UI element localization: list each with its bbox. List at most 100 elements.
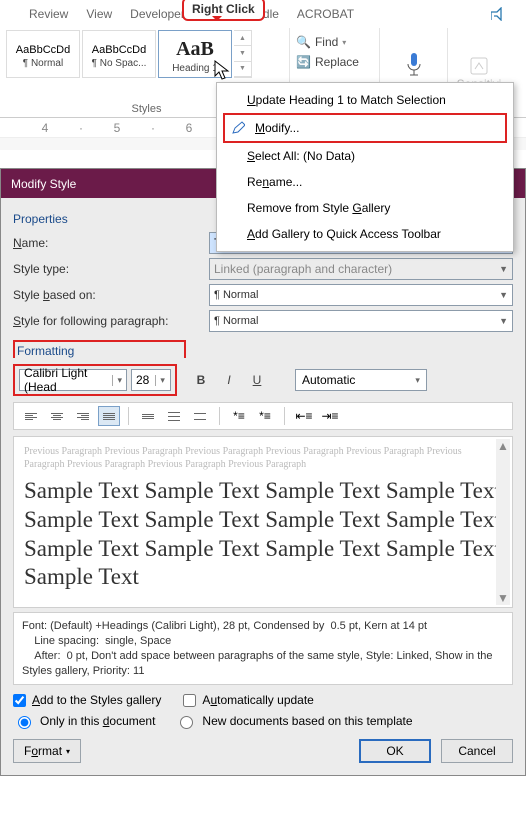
search-icon: 🔍 (296, 35, 311, 49)
ruler-tick: 5 (102, 121, 132, 135)
font-color-value: Automatic (302, 373, 355, 387)
menu-label: Remove from Style Gallery (247, 201, 390, 215)
right-click-callout: Right Click (182, 0, 265, 21)
indent-dec-button[interactable]: ⇤≡ (293, 406, 315, 426)
replace-label: Replace (315, 55, 359, 69)
chevron-down-icon: ▾ (112, 375, 122, 386)
preview-sample: Sample Text Sample Text Sample Text Samp… (24, 477, 502, 592)
dialog-title: Modify Style (11, 177, 76, 191)
add-gallery-checkbox[interactable] (13, 694, 26, 707)
font-color-select[interactable]: Automatic ▾ (295, 369, 427, 391)
spacing-1-button[interactable] (137, 406, 159, 426)
menu-select-all[interactable]: Select All: (No Data) (217, 143, 513, 169)
bold-button[interactable]: B (191, 370, 211, 390)
chevron-down-icon: ▾ (415, 375, 420, 386)
name-label: Name: (13, 236, 209, 250)
following-value: ¶ Normal (214, 315, 258, 327)
ruler-tick: 6 (174, 121, 204, 135)
spacing-2-button[interactable] (189, 406, 211, 426)
align-right-button[interactable] (72, 406, 94, 426)
menu-remove-gallery[interactable]: Remove from Style Gallery (217, 195, 513, 221)
mouse-cursor-icon (214, 60, 232, 82)
menu-rename[interactable]: Rename... (217, 169, 513, 195)
align-center-button[interactable] (46, 406, 68, 426)
tab-acrobat[interactable]: ACROBAT (288, 7, 363, 21)
style-label: Heading 1 (172, 63, 218, 74)
style-normal[interactable]: AaBbCcDd ¶ Normal (6, 30, 80, 78)
preview-pane: Previous Paragraph Previous Paragraph Pr… (13, 436, 513, 608)
chevron-down-icon: ▼ (499, 316, 508, 326)
following-select[interactable]: ¶ Normal ▼ (209, 310, 513, 332)
mic-icon[interactable] (404, 52, 424, 78)
chevron-down-icon: ▼ (499, 290, 508, 300)
scroll-down-icon[interactable]: ▼ (497, 591, 509, 605)
font-family-select[interactable]: Calibri Light (Head ▾ (19, 369, 127, 391)
replace-icon: 🔄 (296, 55, 311, 69)
chevron-down-icon[interactable]: ▼ (234, 46, 251, 61)
cancel-button[interactable]: Cancel (441, 739, 513, 763)
underline-button[interactable]: U (247, 370, 267, 390)
menu-label: Rename... (247, 175, 302, 189)
preview-prev-para: Previous Paragraph Previous Paragraph Pr… (24, 445, 502, 471)
ok-button[interactable]: OK (359, 739, 431, 763)
sensitivity-icon (468, 55, 490, 77)
space-before-inc-button[interactable]: *≡ (228, 406, 250, 426)
style-type-value: Linked (paragraph and character) (214, 262, 392, 276)
chevron-down-icon: ▾ (342, 38, 346, 47)
align-left-button[interactable] (20, 406, 42, 426)
menu-label: Add Gallery to Quick Access Toolbar (247, 227, 441, 241)
chevron-up-icon[interactable]: ▲ (234, 31, 251, 46)
style-label: ¶ Normal (23, 58, 63, 69)
menu-modify[interactable]: Modify... (223, 113, 507, 143)
share-icon[interactable] (482, 7, 516, 21)
indent-inc-button[interactable]: ⇥≡ (319, 406, 341, 426)
scroll-up-icon[interactable]: ▲ (497, 439, 509, 453)
only-document-radio[interactable] (18, 716, 31, 729)
following-label: Style for following paragraph: (13, 314, 209, 328)
italic-button[interactable]: I (219, 370, 239, 390)
font-family-value: Calibri Light (Head (24, 366, 106, 394)
auto-update-checkbox[interactable] (183, 694, 196, 707)
styles-expand-icon[interactable]: ▼ (234, 62, 251, 77)
chevron-down-icon: ▼ (499, 264, 508, 274)
font-size-select[interactable]: 28 ▾ (131, 369, 171, 391)
style-description: Font: (Default) +Headings (Calibri Light… (13, 612, 513, 685)
format-button[interactable]: Format▾ (13, 739, 81, 763)
style-preview: AaBbCcDd (16, 44, 70, 56)
menu-add-qat[interactable]: Add Gallery to Quick Access Toolbar (217, 221, 513, 247)
style-no-spacing[interactable]: AaBbCcDd ¶ No Spac... (82, 30, 156, 78)
style-type-select: Linked (paragraph and character) ▼ (209, 258, 513, 280)
spacing-1-5-button[interactable] (163, 406, 185, 426)
based-on-value: ¶ Normal (214, 289, 258, 301)
replace-button[interactable]: 🔄 Replace (296, 52, 373, 72)
menu-label: Modify... (255, 121, 299, 135)
chevron-down-icon: ▾ (155, 375, 165, 386)
ruler-tick: 4 (30, 121, 60, 135)
font-size-value: 28 (136, 373, 149, 387)
new-docs-label: New documents based on this template (202, 714, 412, 728)
styles-more[interactable]: ▲ ▼ ▼ (234, 30, 252, 78)
auto-update-label: Automatically update (202, 693, 313, 707)
section-formatting: Formatting (13, 340, 186, 358)
menu-label: Update Heading 1 to Match Selection (247, 93, 446, 107)
align-justify-button[interactable] (98, 406, 120, 426)
new-docs-radio[interactable] (180, 716, 193, 729)
style-preview: AaB (176, 38, 214, 61)
menu-update-to-match[interactable]: Update Heading 1 to Match Selection (217, 87, 513, 113)
menu-label: Select All: (No Data) (247, 149, 355, 163)
based-on-label: Style based on: (13, 288, 209, 302)
context-menu: Update Heading 1 to Match Selection Modi… (216, 82, 514, 252)
add-gallery-label: Add to the Styles gallery (32, 693, 161, 707)
based-on-select[interactable]: ¶ Normal ▼ (209, 284, 513, 306)
space-before-dec-button[interactable]: *≡ (254, 406, 276, 426)
pen-icon (231, 121, 247, 135)
style-preview: AaBbCcDd (92, 44, 146, 56)
modify-style-dialog: Modify Style ? ✕ Properties Name: Style … (0, 168, 526, 776)
find-button[interactable]: 🔍Find▾ (296, 32, 373, 52)
tab-review[interactable]: Review (20, 7, 77, 21)
preview-scrollbar[interactable]: ▲▼ (496, 439, 510, 605)
only-document-label: Only in this document (40, 714, 155, 728)
style-type-label: Style type: (13, 262, 209, 276)
tab-view[interactable]: View (77, 7, 121, 21)
paragraph-toolbar: *≡ *≡ ⇤≡ ⇥≡ (13, 402, 513, 430)
